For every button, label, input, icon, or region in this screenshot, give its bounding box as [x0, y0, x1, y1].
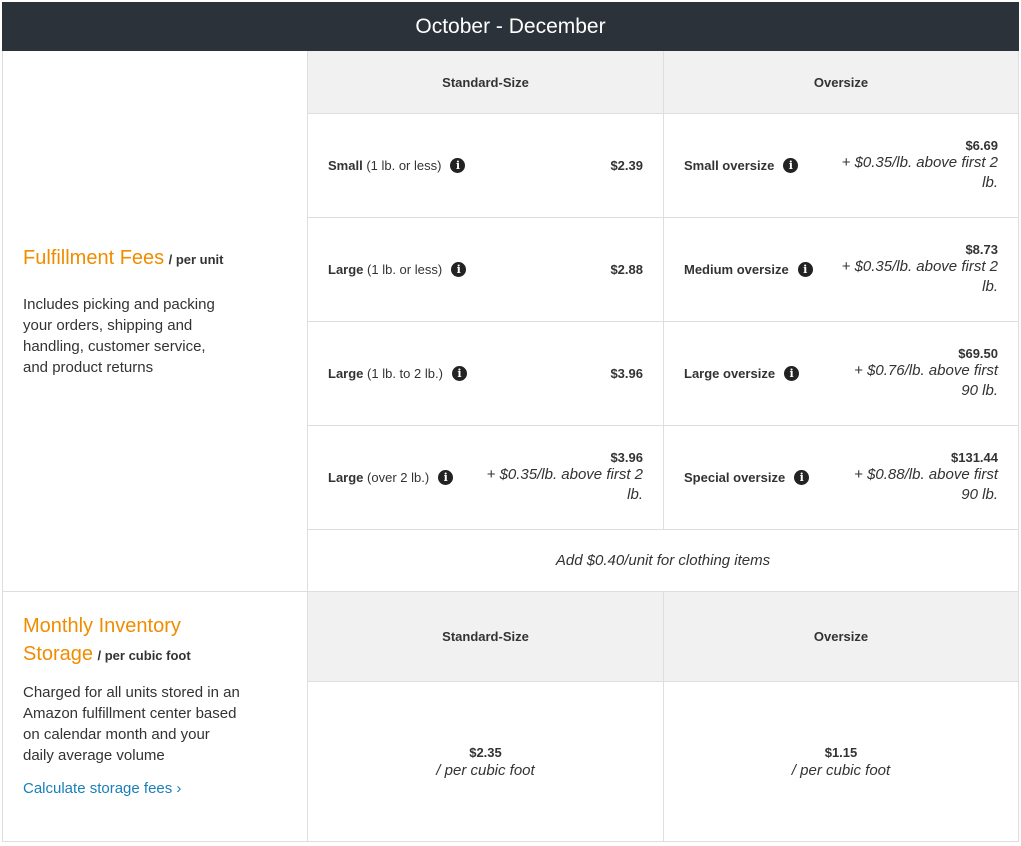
size-detail: (1 lb. to 2 lb.) [367, 366, 443, 381]
standard-price: $3.96 [610, 322, 643, 425]
storage-per: / per cubic foot [97, 648, 191, 663]
size-name: Medium oversize [684, 262, 789, 277]
fulfillment-col-oversize-label: Oversize [813, 74, 869, 90]
fee-table: October - December Fulfillment Fees / pe… [2, 2, 1019, 842]
info-icon[interactable]: i [451, 366, 467, 381]
price-amount: $3.96 [610, 366, 643, 381]
storage-standard-amount: $2.35 [469, 744, 502, 760]
oversize-row-special: Special oversize i $131.44 + $0.88/lb. a… [664, 426, 1019, 530]
price-extra: + $0.35/lb. above first 2 lb. [841, 258, 998, 295]
storage-heading: Monthly Inventory Storage / per cubic fo… [23, 612, 243, 668]
oversize-price: $131.44 + $0.88/lb. above first 90 lb. [838, 426, 998, 529]
fulfillment-col-standard-label: Standard-Size [442, 74, 529, 90]
storage-description: Charged for all units stored in an Amazo… [23, 684, 240, 764]
standard-row-label: Small (1 lb. or less) i [328, 114, 466, 217]
info-icon[interactable]: i [797, 262, 813, 277]
header-title: October - December [415, 14, 606, 38]
size-name: Large [328, 470, 364, 485]
price-amount: $69.50 [958, 346, 998, 361]
standard-price: $3.96 + $0.35/lb. above first 2 lb. [483, 426, 643, 529]
fulfillment-col-oversize: Oversize [664, 51, 1019, 114]
size-detail: (1 lb. or less) [367, 262, 443, 277]
oversize-price: $8.73 + $0.35/lb. above first 2 lb. [838, 218, 998, 321]
standard-row-large-1: Large (1 lb. or less) i $2.88 [308, 218, 664, 322]
storage-section-label: Monthly Inventory Storage / per cubic fo… [2, 592, 308, 842]
oversize-row-medium: Medium oversize i $8.73 + $0.35/lb. abov… [664, 218, 1019, 322]
fulfillment-col-standard: Standard-Size [308, 51, 664, 114]
size-detail: (over 2 lb.) [367, 470, 430, 485]
oversize-row-large: Large oversize i $69.50 + $0.76/lb. abov… [664, 322, 1019, 426]
oversize-row-label: Special oversize i [684, 426, 810, 529]
price-amount: $131.44 [951, 450, 998, 465]
standard-row-large-over2: Large (over 2 lb.) i $3.96 + $0.35/lb. a… [308, 426, 664, 530]
storage-oversize-price: $1.15 / per cubic foot [664, 682, 1019, 842]
storage-col-oversize: Oversize [664, 592, 1019, 682]
storage-oversize-amount: $1.15 [824, 744, 858, 760]
info-icon[interactable]: i [451, 262, 467, 277]
price-extra: + $0.35/lb. above first 2 lb. [486, 466, 643, 503]
fulfillment-per: / per unit [168, 252, 224, 267]
oversize-price: $6.69 + $0.35/lb. above first 2 lb. [838, 114, 998, 217]
standard-row-label: Large (over 2 lb.) i [328, 426, 454, 529]
clothing-note: Add $0.40/unit for clothing items [308, 530, 1019, 592]
oversize-price: $69.50 + $0.76/lb. above first 90 lb. [838, 322, 998, 425]
oversize-row-label: Large oversize i [684, 322, 800, 425]
storage-standard-price: $2.35 / per cubic foot [308, 682, 664, 842]
price-amount: $2.39 [610, 158, 643, 173]
standard-row-small: Small (1 lb. or less) i $2.39 [308, 114, 664, 218]
standard-row-large-2: Large (1 lb. to 2 lb.) i $3.96 [308, 322, 664, 426]
price-amount: $2.88 [610, 262, 643, 277]
price-extra: + $0.88/lb. above first 90 lb. [854, 466, 998, 503]
size-name: Small [328, 158, 363, 173]
size-name: Large [328, 262, 364, 277]
fulfillment-heading: Fulfillment Fees / per unit [23, 244, 287, 272]
clothing-note-text: Add $0.40/unit for clothing items [555, 552, 771, 569]
size-detail: (1 lb. or less) [366, 158, 442, 173]
fulfillment-title: Fulfillment Fees [23, 247, 165, 269]
price-extra: + $0.35/lb. above first 2 lb. [841, 154, 998, 191]
info-icon[interactable]: i [794, 470, 810, 485]
table-header: October - December [2, 2, 1019, 51]
info-icon[interactable]: i [783, 158, 799, 173]
standard-row-label: Large (1 lb. to 2 lb.) i [328, 322, 467, 425]
size-name: Large oversize [684, 366, 776, 381]
oversize-row-label: Medium oversize i [684, 218, 813, 321]
fulfillment-section-label: Fulfillment Fees / per unit Includes pic… [2, 51, 308, 592]
fulfillment-description: Includes picking and packing your orders… [23, 296, 215, 376]
storage-col-oversize-label: Oversize [813, 629, 869, 644]
price-amount: $6.69 [965, 138, 998, 153]
price-amount: $3.96 [610, 450, 643, 465]
info-icon[interactable]: i [438, 470, 454, 485]
size-name: Small oversize [684, 158, 775, 173]
price-extra: + $0.76/lb. above first 90 lb. [854, 362, 998, 399]
storage-col-standard: Standard-Size [308, 592, 664, 682]
standard-price: $2.88 [610, 218, 643, 321]
standard-price: $2.39 [610, 114, 643, 217]
info-icon[interactable]: i [450, 158, 466, 173]
storage-col-standard-label: Standard-Size [442, 629, 529, 644]
standard-row-label: Large (1 lb. or less) i [328, 218, 467, 321]
size-name: Special oversize [684, 470, 786, 485]
oversize-row-label: Small oversize i [684, 114, 799, 217]
info-icon[interactable]: i [784, 366, 800, 381]
size-name: Large [328, 366, 364, 381]
storage-oversize-unit: / per cubic foot [791, 761, 891, 779]
calculate-storage-fees-link[interactable]: Calculate storage fees › [23, 780, 181, 797]
price-amount: $8.73 [965, 242, 998, 257]
storage-standard-unit: / per cubic foot [436, 761, 535, 779]
oversize-row-small: Small oversize i $6.69 + $0.35/lb. above… [664, 114, 1019, 218]
